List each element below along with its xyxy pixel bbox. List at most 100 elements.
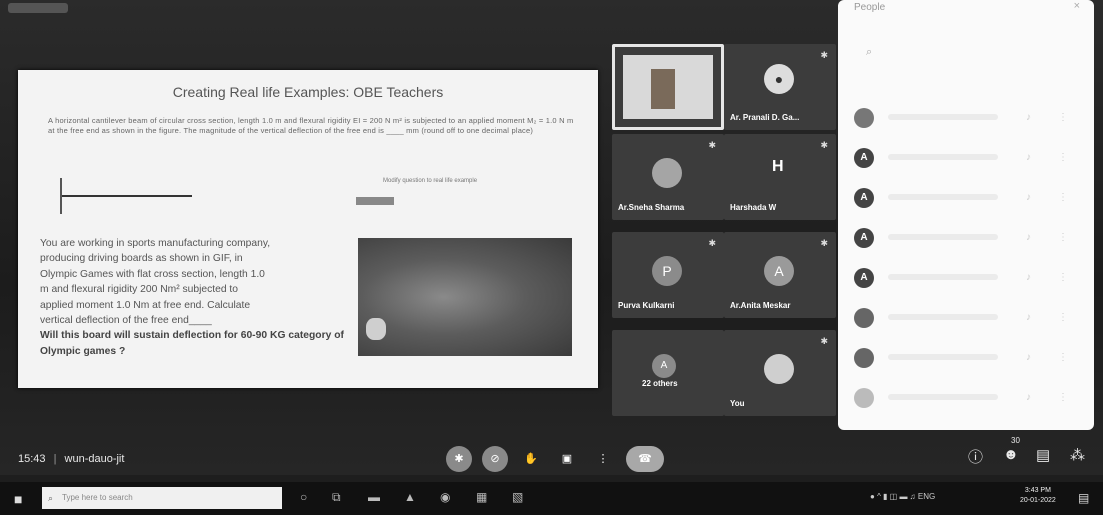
camera-toggle-button[interactable]: ⊘ [482,446,508,472]
more-icon[interactable]: ⋮ [1058,152,1068,163]
participant-row[interactable]: A ♪ ⋮ [852,224,1082,254]
app-icon[interactable]: ▲ [404,490,416,504]
participant-row[interactable]: A ♪ ⋮ [852,144,1082,174]
mic-toggle-button[interactable]: ✱ [446,446,472,472]
slide-body-text: You are working in sports manufacturing … [40,236,344,359]
more-icon[interactable]: ⋮ [1058,392,1068,403]
app-icon[interactable]: ▧ [512,490,523,504]
participant-row[interactable]: A ♪ ⋮ [852,264,1082,294]
search-icon: ⌕ [48,493,54,503]
close-icon[interactable]: × [1074,0,1080,12]
speaker-person [651,69,675,109]
avatar: A [854,228,874,248]
raise-hand-button[interactable]: ✋ [518,446,544,472]
system-tray[interactable]: ● ^ ▮ ◫ ▬ ♫ ENG [870,492,935,501]
hang-up-icon: ☎ [638,453,652,465]
avatar [652,158,682,188]
participant-name: Harshada W [730,203,777,212]
clock-date: 20-01-2022 [1020,497,1056,504]
hand-icon: ✋ [524,453,538,465]
meeting-info: 15:43 | wun-dauo-jit [18,453,124,465]
participant-row[interactable]: ♪ ⋮ [852,344,1082,374]
more-options-button[interactable]: ⋮ [590,446,616,472]
present-button[interactable]: ▣ [554,446,580,472]
windows-taskbar: ■ ⌕ Type here to search ○ ⧉ ▬ ▲ ◉ ▦ ▧ ● … [0,482,1103,515]
mic-icon[interactable]: ♪ [1026,312,1031,323]
more-icon[interactable]: ⋮ [1058,112,1068,123]
avatar: A [854,268,874,288]
activities-button[interactable]: ⁂ [1070,446,1085,464]
tile-participant[interactable]: ✱ H Harshada W [724,134,836,220]
weather-icon: ● [870,492,875,501]
more-icon[interactable]: ⋮ [1058,312,1068,323]
cortana-icon[interactable]: ○ [300,490,307,504]
participant-row[interactable]: ♪ ⋮ [852,304,1082,334]
mic-off-icon: ✱ [708,238,716,248]
tile-participant[interactable]: ✱ Ar.Sneha Sharma [612,134,724,220]
slide-tag [356,197,394,205]
mic-icon[interactable]: ♪ [1026,392,1031,403]
participant-name: Ar. Pranali D. Ga... [730,113,800,122]
file-explorer-icon[interactable]: ▬ [368,490,380,504]
top-bar-button[interactable] [8,3,68,13]
body-line: Olympic Games with flat cross section, l… [40,268,265,280]
diving-board-image [358,238,572,356]
body-line: vertical deflection of the free end____ [40,315,212,327]
participant-name-placeholder [888,274,998,280]
search-icon[interactable]: ⌕ [866,46,872,59]
more-icon[interactable]: ⋮ [1058,352,1068,363]
taskbar-search[interactable]: ⌕ Type here to search [42,487,282,509]
browser-icon[interactable]: ◉ [440,490,450,504]
avatar [764,354,794,384]
mic-off-icon: ✱ [454,453,464,465]
chat-icon: ▤ [1036,447,1051,464]
clock-time: 3:43 PM [1024,487,1051,494]
meeting-separator: | [53,453,57,465]
participant-name: Ar.Anita Meskar [730,301,791,310]
more-icon[interactable]: ⋮ [1058,192,1068,203]
task-view-icon[interactable]: ⧉ [332,490,341,505]
slide-title: Creating Real life Examples: OBE Teacher… [172,84,444,100]
windows-start-icon[interactable]: ■ [14,491,22,507]
people-button[interactable]: ☻ 30 [1003,436,1020,463]
mic-icon[interactable]: ♪ [1026,232,1031,243]
more-icon[interactable]: ⋮ [1058,272,1068,283]
tile-participant[interactable]: ✱ P Purva Kulkarni [612,232,724,318]
participant-count: 30 [1011,436,1020,445]
mic-icon[interactable]: ♪ [1026,272,1031,283]
body-line: m and flexural rigidity 200 Nm² subjecte… [40,284,239,296]
avatar [854,388,874,408]
notification-icon[interactable]: ▤ [1078,491,1089,505]
speaker-video [623,55,713,119]
tile-self[interactable]: ✱ You [724,330,836,416]
avatar: A [652,354,676,378]
participant-row[interactable]: ♪ ⋮ [852,104,1082,134]
avatar: P [652,256,682,286]
info-button[interactable]: ⓘ [968,446,983,467]
camera-off-icon: ⊘ [490,453,500,465]
participant-row[interactable]: A ♪ ⋮ [852,184,1082,214]
participant-name-placeholder [888,114,998,120]
present-screen-icon: ▣ [561,453,573,465]
end-call-button[interactable]: ☎ [626,446,664,472]
taskbar-clock[interactable]: 3:43 PM 20-01-2022 [1020,486,1056,506]
participant-name: You [730,399,745,408]
app-icon[interactable]: ▦ [476,490,487,504]
tile-participant[interactable]: ✱ A Ar.Anita Meskar [724,232,836,318]
participant-row[interactable]: ♪ ⋮ [852,384,1082,414]
mic-icon[interactable]: ♪ [1026,192,1031,203]
mic-icon[interactable]: ♪ [1026,152,1031,163]
cantilever-beam-figure [60,178,200,218]
mic-icon[interactable]: ♪ [1026,352,1031,363]
tile-others[interactable]: A 22 others [612,330,724,416]
mic-off-icon: ✱ [820,140,828,150]
mic-icon[interactable]: ♪ [1026,112,1031,123]
mic-off-icon: ✱ [820,336,828,346]
avatar [854,348,874,368]
chat-button[interactable]: ▤ [1036,446,1050,464]
tile-active-speaker[interactable] [612,44,724,130]
more-icon[interactable]: ⋮ [1058,232,1068,243]
body-line: You are working in sports manufacturing … [40,238,271,249]
avatar [854,108,874,128]
tile-participant[interactable]: ✱ ● Ar. Pranali D. Ga... [724,44,836,130]
